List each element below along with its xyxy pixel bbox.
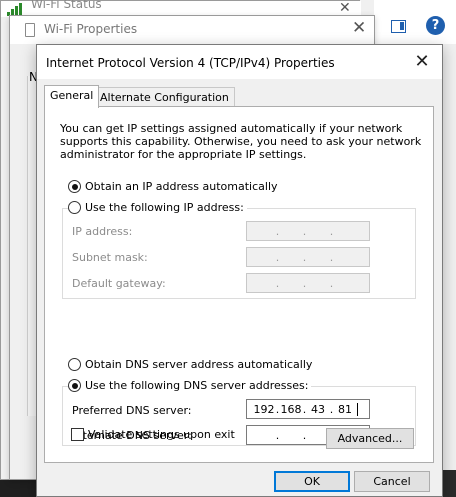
panel-icon[interactable] <box>391 20 406 33</box>
advanced-button[interactable]: Advanced... <box>326 428 414 449</box>
intro-text: You can get IP settings assigned automat… <box>60 122 422 161</box>
obtain-dns-auto-label: Obtain DNS server address automatically <box>85 358 313 371</box>
radio-selected[interactable] <box>68 379 81 392</box>
obtain-ip-auto-label: Obtain an IP address automatically <box>85 180 278 193</box>
preferred-dns-label: Preferred DNS server: <box>72 404 192 417</box>
ip-address-field: . . . <box>246 221 370 241</box>
wifi-status-title: Wi-Fi Status <box>31 0 102 11</box>
preferred-dns-field[interactable]: 192. 168. 43. 81 <box>246 399 370 419</box>
obtain-ip-auto-option[interactable]: Obtain an IP address automatically <box>68 180 278 193</box>
use-following-dns-option[interactable]: Use the following DNS server addresses: <box>68 379 312 392</box>
radio-selected[interactable] <box>68 180 81 193</box>
dialog-titlebar: Internet Protocol Version 4 (TCP/IPv4) P… <box>37 45 442 79</box>
cancel-button[interactable]: Cancel <box>354 471 430 492</box>
default-gateway-field: . . . <box>246 273 370 293</box>
default-gateway-label: Default gateway: <box>72 277 166 290</box>
close-icon[interactable]: ✕ <box>339 0 351 16</box>
ok-button[interactable]: OK <box>274 471 350 492</box>
subnet-mask-label: Subnet mask: <box>72 251 148 264</box>
wifi-properties-title: Wi-Fi Properties <box>44 22 138 36</box>
obtain-dns-auto-option[interactable]: Obtain DNS server address automatically <box>68 358 312 371</box>
general-tab-panel: You can get IP settings assigned automat… <box>44 106 434 463</box>
help-icon[interactable]: ? <box>426 16 445 35</box>
dialog-title: Internet Protocol Version 4 (TCP/IPv4) P… <box>46 56 335 70</box>
ip-address-label: IP address: <box>72 225 133 238</box>
ipv4-properties-dialog: Internet Protocol Version 4 (TCP/IPv4) P… <box>36 44 443 497</box>
use-following-dns-label: Use the following DNS server addresses: <box>85 379 309 392</box>
close-icon[interactable]: ✕ <box>410 52 434 74</box>
radio-unselected[interactable] <box>68 358 81 371</box>
use-following-ip-label: Use the following IP address: <box>85 201 244 214</box>
radio-unselected[interactable] <box>68 201 81 214</box>
use-following-ip-option[interactable]: Use the following IP address: <box>68 201 247 214</box>
validate-checkbox[interactable] <box>71 428 84 441</box>
tab-general[interactable]: General <box>44 85 100 108</box>
validate-label: Validate settings upon exit <box>88 428 235 441</box>
subnet-mask-field: . . . <box>246 247 370 267</box>
tab-alternate-configuration[interactable]: Alternate Configuration <box>94 87 235 108</box>
text-caret <box>357 402 358 416</box>
close-icon[interactable]: ✕ <box>352 18 366 38</box>
network-adapter-icon <box>25 23 35 37</box>
